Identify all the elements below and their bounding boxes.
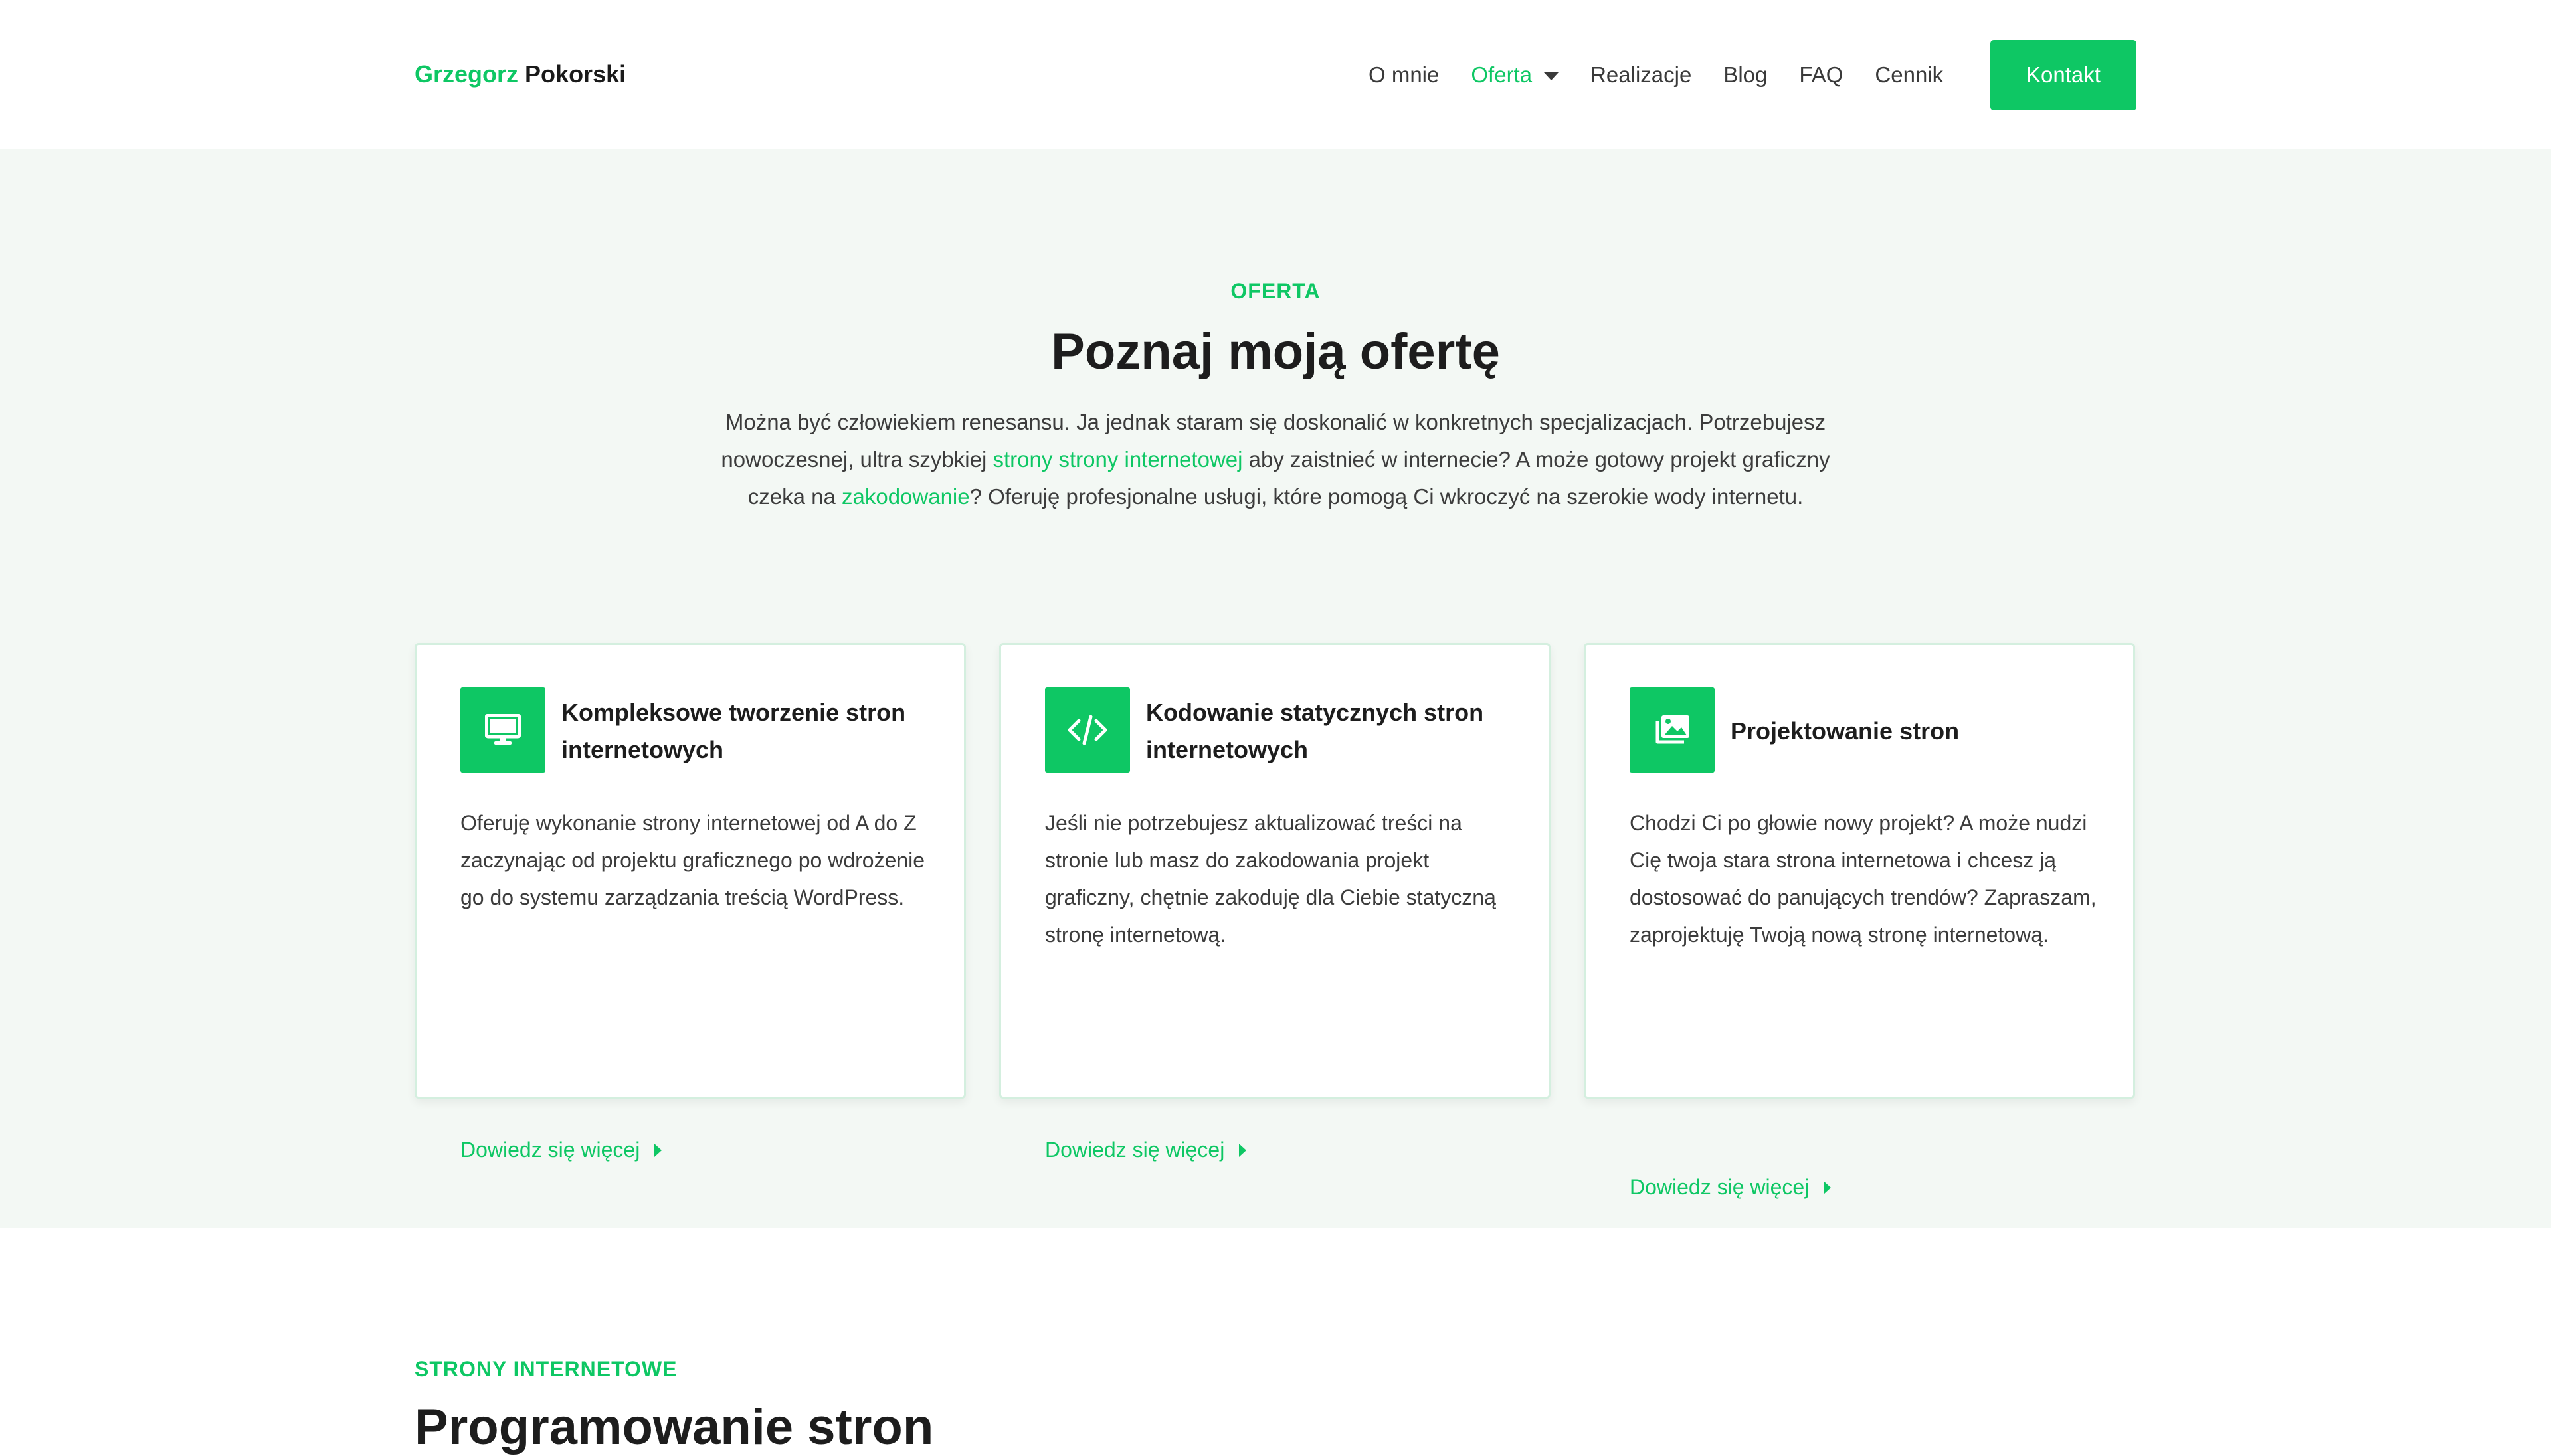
learn-more-label: Dowiedz się więcej	[460, 1138, 640, 1162]
card-title: Projektowanie stron	[1731, 717, 1960, 745]
card-title: Kompleksowe tworzenie stron internetowyc…	[561, 699, 906, 763]
nav-item-cennik[interactable]: Cennik	[1875, 62, 1943, 88]
section-eyebrow: OFERTA	[1230, 279, 1321, 303]
learn-more-link[interactable]: Dowiedz się więcej	[1045, 1138, 1247, 1162]
learn-more-label: Dowiedz się więcej	[1630, 1175, 1810, 1199]
site-logo[interactable]: Grzegorz Pokorski	[415, 58, 626, 90]
chevron-down-icon	[1544, 72, 1559, 80]
monitor-icon	[460, 687, 545, 773]
caret-right-icon	[654, 1143, 662, 1157]
learn-more-link[interactable]: Dowiedz się więcej	[1630, 1175, 1832, 1200]
intro-text: ? Oferuję profesjonalne usługi, które po…	[969, 484, 1804, 509]
websites-link[interactable]: strony strony internetowej	[992, 447, 1242, 472]
nav-item-oferta[interactable]: Oferta	[1471, 62, 1559, 88]
next-section-eyebrow: STRONY INTERNETOWE	[415, 1357, 678, 1381]
nav-item-o-mnie[interactable]: O mnie	[1369, 62, 1439, 88]
nav-item-realizacje[interactable]: Realizacje	[1590, 62, 1691, 88]
nav-item-blog[interactable]: Blog	[1723, 62, 1767, 88]
learn-more-label: Dowiedz się więcej	[1045, 1138, 1225, 1162]
offer-section: OFERTA Poznaj moją ofertę Można być czło…	[0, 149, 2551, 1228]
code-icon	[1045, 687, 1130, 773]
next-section-title: Programowanie stron	[415, 1399, 934, 1455]
card-title: Kodowanie statycznych stron internetowyc…	[1146, 699, 1484, 763]
nav-item-label: Cennik	[1875, 62, 1944, 87]
card-text: Chodzi Ci po głowie nowy projekt? A może…	[1630, 811, 2097, 947]
nav-item-label: FAQ	[1799, 62, 1843, 87]
main-nav: O mnie Oferta Realizacje Blog FAQ Cennik	[1369, 40, 1975, 110]
caret-right-icon	[1824, 1180, 1832, 1194]
offer-card: Projektowanie stron Chodzi Ci po głowie …	[1584, 643, 2135, 1199]
nav-item-label: O mnie	[1369, 62, 1440, 87]
card-text: Oferuję wykonanie strony internetowej od…	[460, 811, 925, 909]
section-title: Poznaj moją ofertę	[1051, 323, 1500, 380]
nav-item-faq[interactable]: FAQ	[1799, 62, 1843, 88]
contact-button[interactable]: Kontakt	[1990, 40, 2136, 110]
caret-right-icon	[1239, 1143, 1247, 1157]
nav-item-label: Blog	[1723, 62, 1768, 87]
logo-last-name: Pokorski	[525, 60, 626, 88]
images-icon	[1630, 687, 1715, 773]
card-text: Jeśli nie potrzebujesz aktualizować treś…	[1045, 811, 1496, 947]
nav-item-label: Realizacje	[1590, 62, 1692, 87]
offer-card: Kodowanie statycznych stron internetowyc…	[999, 643, 1551, 1162]
offer-cards: Kompleksowe tworzenie stron internetowyc…	[415, 643, 2136, 1199]
logo-first-name: Grzegorz	[415, 60, 519, 88]
coding-link[interactable]: zakodowanie	[842, 484, 970, 509]
site-header: Grzegorz Pokorski O mnie Oferta Realizac…	[0, 0, 2551, 149]
section-intro: Można być człowiekiem renesansu. Ja jedn…	[691, 404, 1860, 515]
learn-more-link[interactable]: Dowiedz się więcej	[460, 1138, 662, 1162]
offer-card: Kompleksowe tworzenie stron internetowyc…	[415, 643, 966, 1162]
nav-item-label: Oferta	[1471, 62, 1533, 87]
